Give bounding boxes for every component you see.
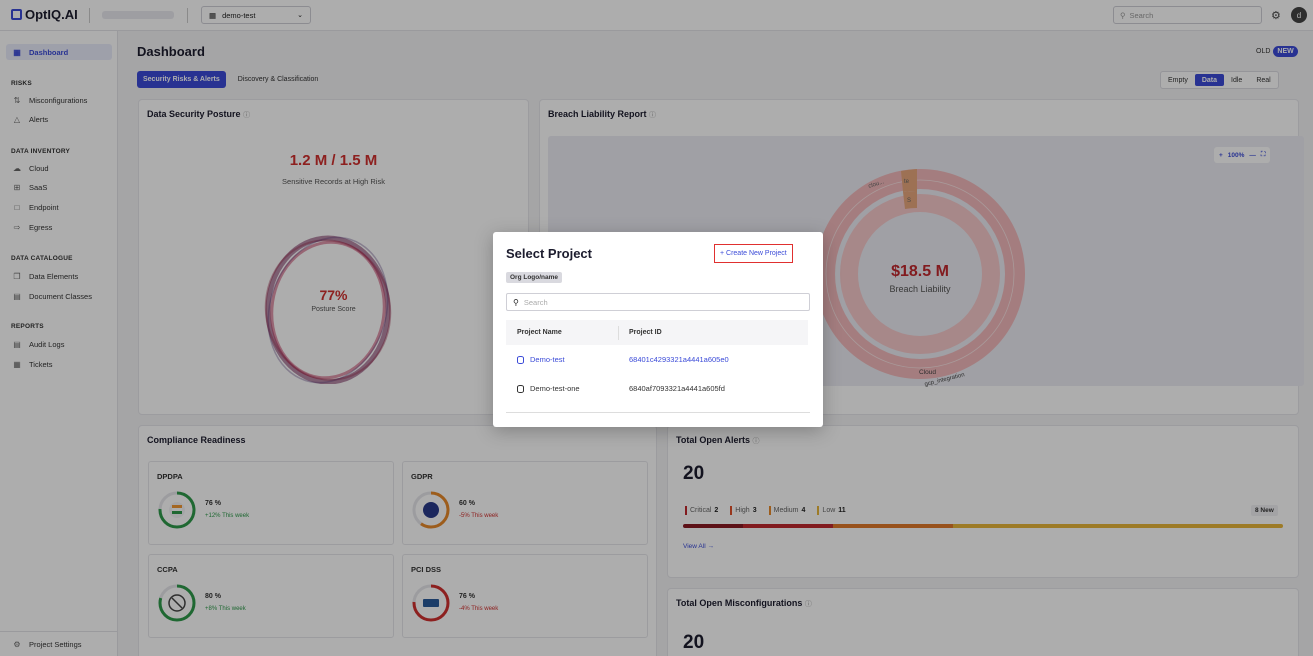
project-search-input[interactable] [523,297,784,307]
project-id: 68401c4293321a4441a605e0 [629,355,729,364]
project-id: 6840af7093321a4441a605fd [629,384,725,393]
database-icon [517,384,524,393]
search-icon: ⚲ [513,297,519,307]
select-project-modal: Select Project + Create New Project Org … [493,232,823,427]
project-table: Project Name Project ID Demo-test 68401c… [506,320,808,403]
project-search[interactable]: ⚲ [506,293,810,311]
project-name: Demo-test-one [530,384,580,393]
table-row[interactable]: Demo-test-one 6840af7093321a4441a605fd [506,374,808,403]
modal-title: Select Project [506,246,592,261]
column-header-name: Project Name [517,329,562,336]
org-logo-name: Org Logo/name [506,272,563,283]
column-header-id: Project ID [618,325,662,340]
table-header: Project Name Project ID [506,320,808,345]
divider [506,412,810,413]
project-name: Demo-test [530,355,565,364]
table-row[interactable]: Demo-test 68401c4293321a4441a605e0 [506,345,808,374]
database-icon [517,355,524,364]
create-new-project-button[interactable]: + Create New Project [714,244,793,263]
